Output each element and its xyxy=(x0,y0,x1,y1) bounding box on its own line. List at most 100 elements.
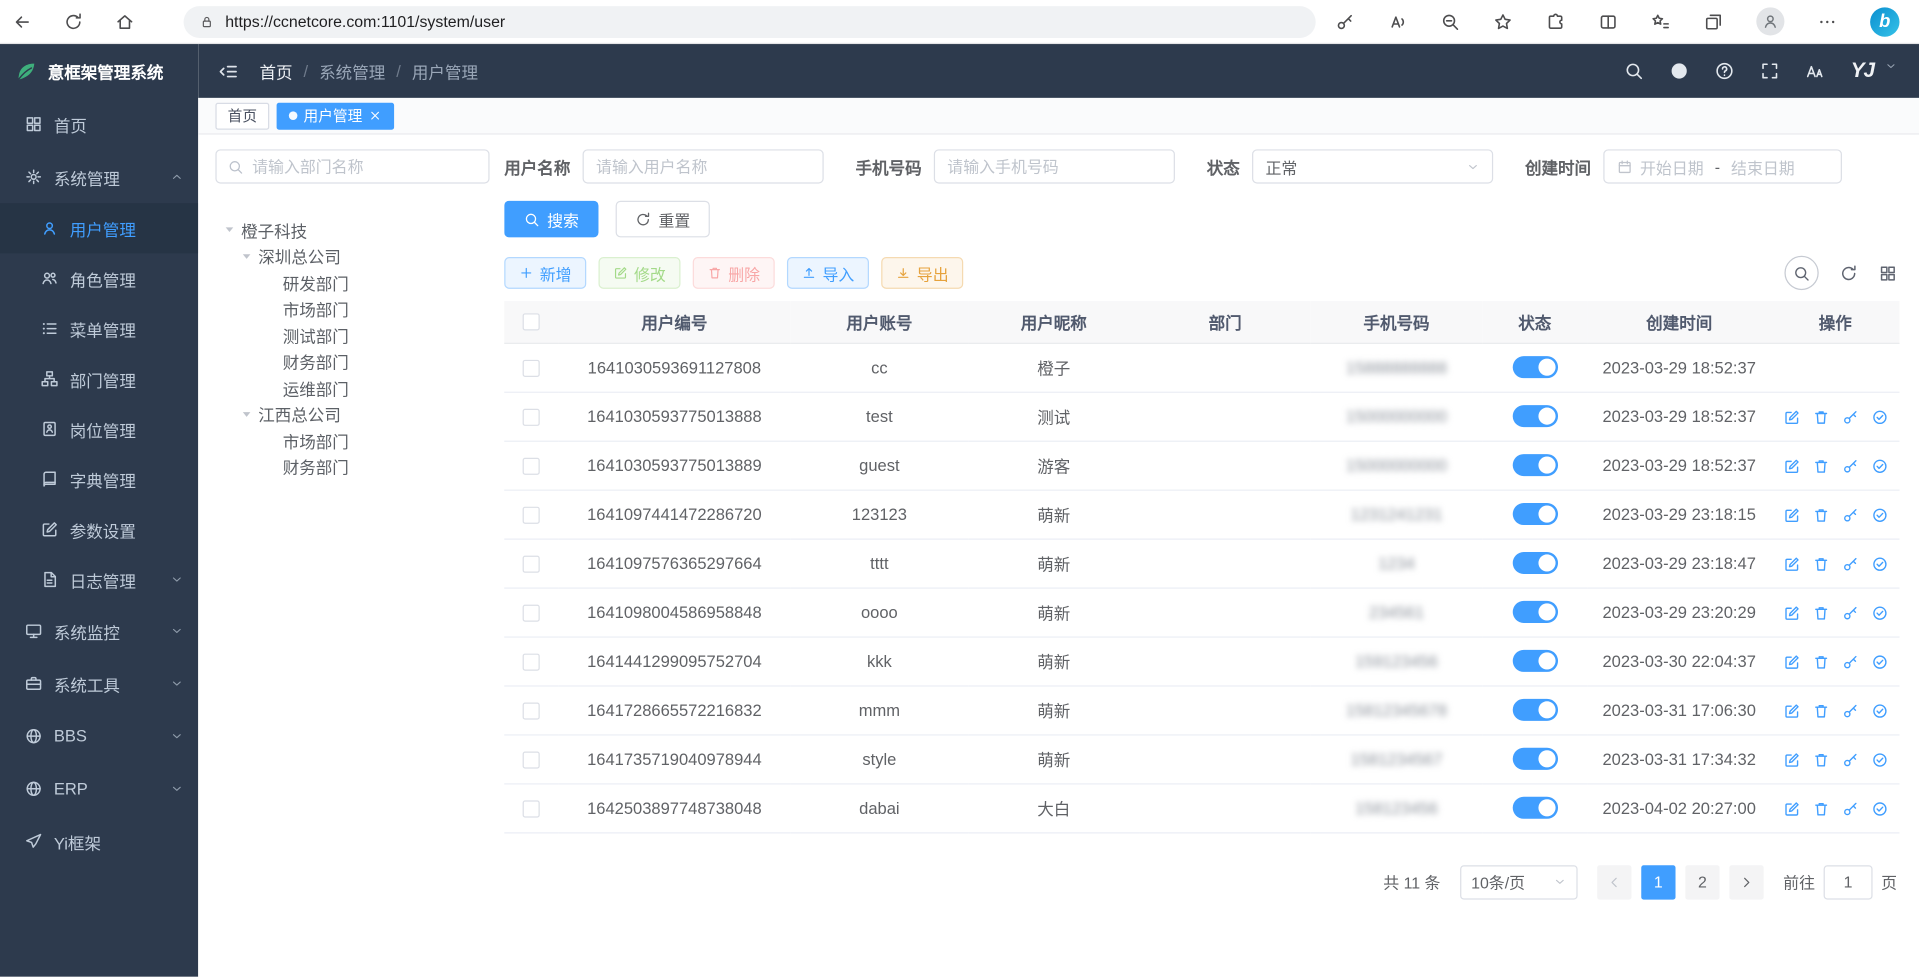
delete-icon[interactable] xyxy=(1812,408,1829,425)
sidebar-item-系统监控[interactable]: 系统监控 xyxy=(0,605,198,658)
browser-home-icon[interactable] xyxy=(115,12,135,32)
help-icon[interactable] xyxy=(1715,61,1735,81)
tree-node-研发部门[interactable]: 研发部门 xyxy=(215,269,489,295)
breadcrumb-home[interactable]: 首页 xyxy=(259,59,292,83)
status-select[interactable]: 正常 xyxy=(1252,149,1493,183)
reset-password-icon[interactable] xyxy=(1841,604,1858,621)
tab-home[interactable]: 首页 xyxy=(215,102,269,129)
prev-page-button[interactable] xyxy=(1597,865,1631,899)
row-checkbox[interactable] xyxy=(523,408,540,425)
tree-node-财务部门[interactable]: 财务部门 xyxy=(215,348,489,374)
github-icon[interactable] xyxy=(1670,61,1690,81)
tree-node-运维部门[interactable]: 运维部门 xyxy=(215,375,489,401)
row-checkbox[interactable] xyxy=(523,359,540,376)
status-toggle[interactable] xyxy=(1512,356,1557,378)
status-toggle[interactable] xyxy=(1512,405,1557,427)
reset-password-icon[interactable] xyxy=(1841,457,1858,474)
sidebar-item-菜单管理[interactable]: 菜单管理 xyxy=(0,304,198,354)
edit-icon[interactable] xyxy=(1783,457,1800,474)
row-checkbox[interactable] xyxy=(523,702,540,719)
date-range-picker[interactable]: 开始日期 - 结束日期 xyxy=(1603,149,1842,183)
search-button[interactable]: 搜索 xyxy=(504,201,598,238)
sidebar-item-参数设置[interactable]: 参数设置 xyxy=(0,504,198,554)
assign-role-icon[interactable] xyxy=(1871,604,1888,621)
sidebar-item-系统工具[interactable]: 系统工具 xyxy=(0,657,198,710)
header-search-icon[interactable] xyxy=(1624,61,1644,81)
delete-button[interactable]: 删除 xyxy=(693,257,775,289)
sidebar-item-岗位管理[interactable]: 岗位管理 xyxy=(0,404,198,454)
add-button[interactable]: 新增 xyxy=(504,257,586,289)
tree-node-财务部门[interactable]: 财务部门 xyxy=(215,453,489,479)
extensions-icon[interactable] xyxy=(1546,12,1566,32)
reset-password-icon[interactable] xyxy=(1841,800,1858,817)
status-toggle[interactable] xyxy=(1512,797,1557,819)
tree-node-深圳总公司[interactable]: 深圳总公司 xyxy=(215,243,489,269)
avatar-chevron-down-icon[interactable] xyxy=(1885,60,1897,72)
edit-icon[interactable] xyxy=(1783,751,1800,768)
split-screen-icon[interactable] xyxy=(1598,12,1618,32)
select-all-checkbox[interactable] xyxy=(523,314,540,331)
fullscreen-icon[interactable] xyxy=(1760,61,1780,81)
tab-close-icon[interactable] xyxy=(368,109,381,122)
edit-icon[interactable] xyxy=(1783,800,1800,817)
row-checkbox[interactable] xyxy=(523,555,540,572)
assign-role-icon[interactable] xyxy=(1871,457,1888,474)
row-checkbox[interactable] xyxy=(523,800,540,817)
reset-password-icon[interactable] xyxy=(1841,751,1858,768)
edit-icon[interactable] xyxy=(1783,555,1800,572)
edit-button[interactable]: 修改 xyxy=(599,257,681,289)
assign-role-icon[interactable] xyxy=(1871,653,1888,670)
status-toggle[interactable] xyxy=(1512,748,1557,770)
import-button[interactable]: 导入 xyxy=(787,257,869,289)
more-menu-icon[interactable] xyxy=(1817,12,1837,32)
assign-role-icon[interactable] xyxy=(1871,751,1888,768)
sidebar-item-BBS[interactable]: BBS xyxy=(0,710,198,763)
delete-icon[interactable] xyxy=(1812,702,1829,719)
assign-role-icon[interactable] xyxy=(1871,555,1888,572)
row-checkbox[interactable] xyxy=(523,457,540,474)
refresh-table-icon[interactable] xyxy=(1840,264,1858,282)
edit-icon[interactable] xyxy=(1783,653,1800,670)
reload-icon[interactable] xyxy=(64,12,84,32)
sidebar-item-用户管理[interactable]: 用户管理 xyxy=(0,203,198,253)
delete-icon[interactable] xyxy=(1812,751,1829,768)
status-toggle[interactable] xyxy=(1512,650,1557,672)
address-bar[interactable]: https://ccnetcore.com:1101/system/user xyxy=(184,6,1316,38)
reset-password-icon[interactable] xyxy=(1841,702,1858,719)
edit-icon[interactable] xyxy=(1783,702,1800,719)
reset-password-icon[interactable] xyxy=(1841,653,1858,670)
font-size-icon[interactable] xyxy=(1806,61,1826,81)
assign-role-icon[interactable] xyxy=(1871,702,1888,719)
next-page-button[interactable] xyxy=(1729,865,1763,899)
sidebar-fold-icon[interactable] xyxy=(218,61,239,82)
sidebar-item-日志管理[interactable]: 日志管理 xyxy=(0,554,198,604)
sidebar-item-字典管理[interactable]: 字典管理 xyxy=(0,454,198,504)
read-aloud-icon[interactable] xyxy=(1388,12,1408,32)
sidebar-item-角色管理[interactable]: 角色管理 xyxy=(0,253,198,303)
bing-icon[interactable]: b xyxy=(1870,7,1899,36)
row-checkbox[interactable] xyxy=(523,604,540,621)
delete-icon[interactable] xyxy=(1812,555,1829,572)
status-toggle[interactable] xyxy=(1512,552,1557,574)
back-icon[interactable] xyxy=(12,12,32,32)
sidebar-item-Yi框架[interactable]: Yi框架 xyxy=(0,815,198,868)
status-toggle[interactable] xyxy=(1512,699,1557,721)
page-size-select[interactable]: 10条/页 xyxy=(1460,865,1577,899)
breadcrumb-system[interactable]: 系统管理 xyxy=(319,59,385,83)
reset-password-icon[interactable] xyxy=(1841,506,1858,523)
tab-user-management[interactable]: 用户管理 xyxy=(277,102,395,129)
reset-password-icon[interactable] xyxy=(1841,555,1858,572)
profile-avatar[interactable] xyxy=(1756,7,1784,35)
dept-search-input[interactable] xyxy=(252,157,477,175)
tree-node-测试部门[interactable]: 测试部门 xyxy=(215,322,489,348)
collections-icon[interactable] xyxy=(1704,12,1724,32)
zoom-out-icon[interactable] xyxy=(1441,12,1461,32)
caret-down-icon[interactable] xyxy=(240,407,253,420)
sidebar-item-系统管理[interactable]: 系统管理 xyxy=(0,151,198,204)
page-button-1[interactable]: 1 xyxy=(1641,865,1675,899)
sidebar-item-ERP[interactable]: ERP xyxy=(0,762,198,815)
goto-page-input[interactable] xyxy=(1824,865,1873,899)
export-button[interactable]: 导出 xyxy=(881,257,963,289)
caret-down-icon[interactable] xyxy=(240,249,253,262)
status-toggle[interactable] xyxy=(1512,601,1557,623)
